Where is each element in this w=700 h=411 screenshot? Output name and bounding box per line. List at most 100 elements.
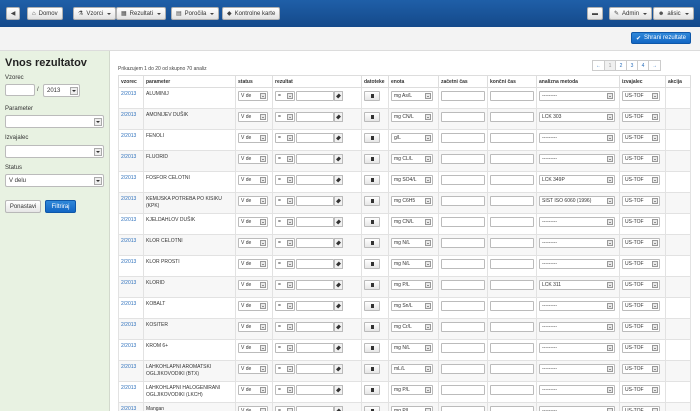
method-select[interactable]: --------- xyxy=(539,406,615,411)
tag-icon[interactable] xyxy=(334,238,344,248)
method-select[interactable]: --------- xyxy=(539,133,615,143)
sample-link[interactable]: 2/2013 xyxy=(121,196,136,202)
tag-icon[interactable] xyxy=(334,154,344,164)
end-time-input[interactable] xyxy=(490,364,534,374)
status-select[interactable]: V de xyxy=(238,301,268,311)
sample-link[interactable]: 2/2013 xyxy=(121,364,136,370)
results-menu-button[interactable]: ▦ Rezultati xyxy=(116,7,167,20)
executor-select[interactable]: US-TOF xyxy=(622,343,660,353)
operator-select[interactable]: = xyxy=(275,259,295,269)
result-input[interactable] xyxy=(296,322,335,332)
file-icon[interactable] xyxy=(364,364,380,374)
start-time-input[interactable] xyxy=(441,112,485,122)
reset-button[interactable]: Ponastavi xyxy=(5,200,41,213)
start-time-input[interactable] xyxy=(441,301,485,311)
unit-select[interactable]: mg Cr/L xyxy=(391,322,433,332)
result-input[interactable] xyxy=(296,343,335,353)
start-time-input[interactable] xyxy=(441,91,485,101)
method-select[interactable]: --------- xyxy=(539,301,615,311)
unit-select[interactable]: mg P/L xyxy=(391,406,433,411)
executor-select[interactable]: US-TOF xyxy=(622,175,660,185)
executor-select[interactable]: US-TOF xyxy=(622,217,660,227)
file-icon[interactable] xyxy=(364,238,380,248)
file-icon[interactable] xyxy=(364,133,380,143)
tag-icon[interactable] xyxy=(334,91,344,101)
result-input[interactable] xyxy=(296,196,335,206)
start-time-input[interactable] xyxy=(441,196,485,206)
result-input[interactable] xyxy=(296,133,335,143)
result-input[interactable] xyxy=(296,175,335,185)
unit-select[interactable]: mg P/L xyxy=(391,280,433,290)
unit-select[interactable]: mg As/L xyxy=(391,91,433,101)
end-time-input[interactable] xyxy=(490,217,534,227)
sample-link[interactable]: 2/2013 xyxy=(121,238,136,244)
operator-select[interactable]: = xyxy=(275,364,295,374)
executor-select[interactable]: US-TOF xyxy=(622,91,660,101)
reports-menu-button[interactable]: ▤ Poročila xyxy=(171,7,220,20)
end-time-input[interactable] xyxy=(490,91,534,101)
method-select[interactable]: --------- xyxy=(539,154,615,164)
method-select[interactable]: --------- xyxy=(539,217,615,227)
start-time-input[interactable] xyxy=(441,238,485,248)
operator-select[interactable]: = xyxy=(275,385,295,395)
status-select[interactable]: V de xyxy=(238,238,268,248)
unit-select[interactable]: mg N/L xyxy=(391,343,433,353)
end-time-input[interactable] xyxy=(490,343,534,353)
start-time-input[interactable] xyxy=(441,385,485,395)
status-select[interactable]: V de xyxy=(238,196,268,206)
tag-icon[interactable] xyxy=(334,112,344,122)
unit-select[interactable]: mg P/L xyxy=(391,385,433,395)
status-select[interactable]: V de xyxy=(238,406,268,411)
executor-select[interactable]: US-TOF xyxy=(622,133,660,143)
start-time-input[interactable] xyxy=(441,217,485,227)
sample-link[interactable]: 2/2013 xyxy=(121,301,136,307)
method-select[interactable]: --------- xyxy=(539,385,615,395)
file-icon[interactable] xyxy=(364,196,380,206)
result-input[interactable] xyxy=(296,301,335,311)
end-time-input[interactable] xyxy=(490,301,534,311)
operator-select[interactable]: = xyxy=(275,217,295,227)
end-time-input[interactable] xyxy=(490,385,534,395)
operator-select[interactable]: = xyxy=(275,280,295,290)
back-button[interactable]: ◀ xyxy=(6,7,20,20)
file-icon[interactable] xyxy=(364,322,380,332)
end-time-input[interactable] xyxy=(490,280,534,290)
control-cards-button[interactable]: ◆ Kontrolne karte xyxy=(222,7,281,20)
end-time-input[interactable] xyxy=(490,133,534,143)
sample-link[interactable]: 2/2013 xyxy=(121,385,136,391)
operator-select[interactable]: = xyxy=(275,154,295,164)
file-icon[interactable] xyxy=(364,175,380,185)
unit-select[interactable]: mL/L xyxy=(391,364,433,374)
method-select[interactable]: LCK 303 xyxy=(539,112,615,122)
status-select[interactable]: V de xyxy=(238,112,268,122)
operator-select[interactable]: = xyxy=(275,112,295,122)
start-time-input[interactable] xyxy=(441,322,485,332)
file-icon[interactable] xyxy=(364,154,380,164)
executor-select[interactable]: US-TOF xyxy=(622,385,660,395)
tag-icon[interactable] xyxy=(334,406,344,411)
method-select[interactable]: --------- xyxy=(539,238,615,248)
executor-select[interactable]: US-TOF xyxy=(622,259,660,269)
file-icon[interactable] xyxy=(364,301,380,311)
parameter-select[interactable] xyxy=(5,115,104,128)
executor-select[interactable]: US-TOF xyxy=(622,112,660,122)
sample-link[interactable]: 2/2013 xyxy=(121,112,136,118)
sample-input[interactable] xyxy=(5,84,35,96)
executor-select[interactable]: US-TOF xyxy=(622,280,660,290)
result-input[interactable] xyxy=(296,259,335,269)
start-time-input[interactable] xyxy=(441,259,485,269)
status-select[interactable]: V de xyxy=(238,364,268,374)
file-icon[interactable] xyxy=(364,112,380,122)
result-input[interactable] xyxy=(296,154,335,164)
file-icon[interactable] xyxy=(364,217,380,227)
end-time-input[interactable] xyxy=(490,259,534,269)
operator-select[interactable]: = xyxy=(275,196,295,206)
file-icon[interactable] xyxy=(364,259,380,269)
sample-link[interactable]: 2/2013 xyxy=(121,322,136,328)
unit-select[interactable]: mg CL/L xyxy=(391,154,433,164)
executor-select[interactable]: US-TOF xyxy=(622,364,660,374)
status-select[interactable]: V de xyxy=(238,154,268,164)
operator-select[interactable]: = xyxy=(275,175,295,185)
operator-select[interactable]: = xyxy=(275,343,295,353)
result-input[interactable] xyxy=(296,406,335,411)
